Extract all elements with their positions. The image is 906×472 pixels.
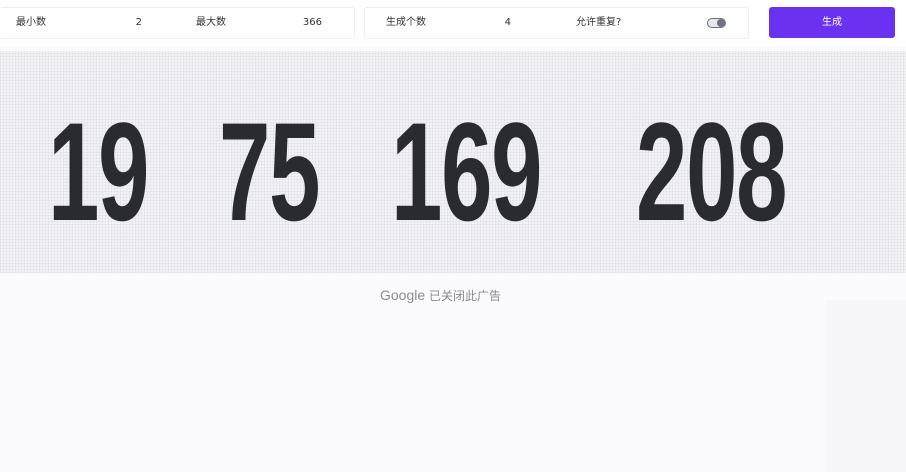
- closed-ad-notice: Google 已关闭此广告: [380, 286, 501, 304]
- generate-button[interactable]: 生成: [769, 7, 895, 38]
- results-display: 19 75 169 208: [0, 51, 906, 273]
- range-panel: 最小数 2 最大数 366: [0, 7, 355, 39]
- result-number-2: 75: [219, 93, 320, 250]
- max-label: 最大数: [196, 17, 226, 28]
- allow-repeat-label: 允许重复?: [576, 17, 622, 28]
- ad-closed-text: 已关闭此广告: [428, 289, 501, 303]
- toggle-knob: [717, 19, 725, 27]
- google-logo: Google: [380, 287, 426, 303]
- count-label: 生成个数: [386, 17, 426, 28]
- min-input[interactable]: 2: [70, 8, 142, 38]
- result-number-4: 208: [636, 93, 788, 250]
- allow-repeat-toggle[interactable]: [707, 18, 726, 28]
- count-input[interactable]: 4: [455, 8, 511, 38]
- result-number-3: 169: [391, 93, 543, 250]
- min-label: 最小数: [16, 17, 46, 28]
- page-edge-shade: [826, 300, 906, 472]
- settings-toolbar: 最小数 2 最大数 366 生成个数 4 允许重复? 生成: [0, 0, 906, 46]
- max-input[interactable]: 366: [250, 8, 322, 38]
- options-panel: 生成个数 4 允许重复?: [364, 7, 749, 39]
- result-number-1: 19: [48, 93, 149, 250]
- random-number-page: 最小数 2 最大数 366 生成个数 4 允许重复? 生成 19 75 169 …: [0, 0, 906, 472]
